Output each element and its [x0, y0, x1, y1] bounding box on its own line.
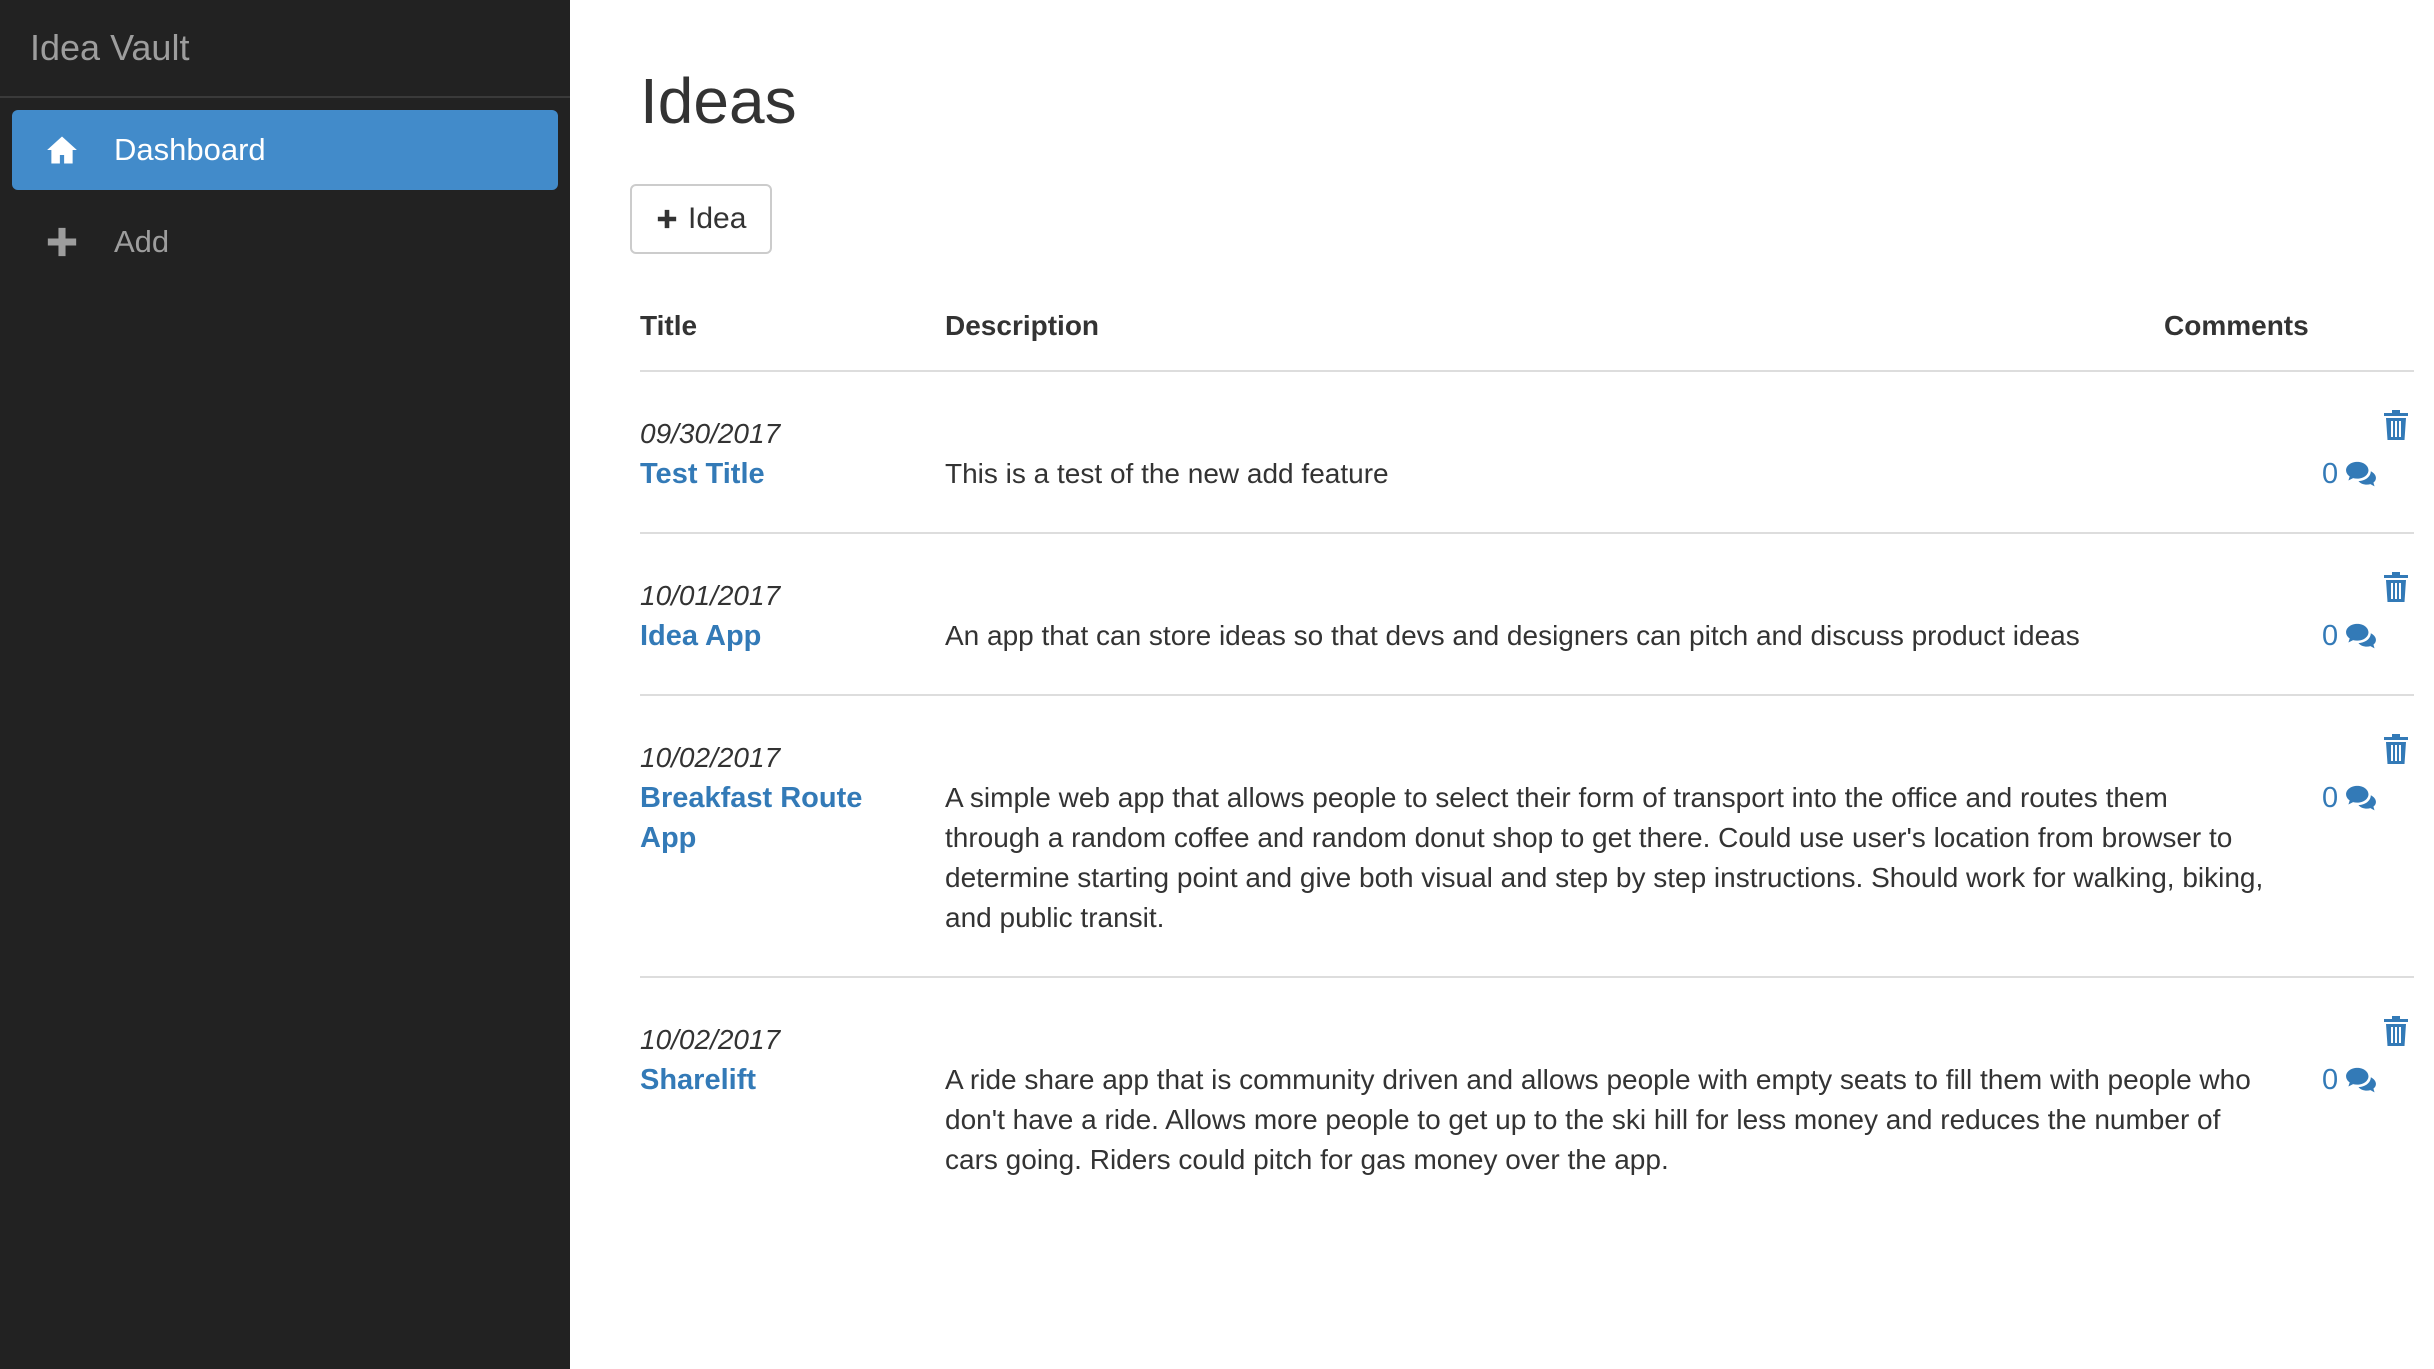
idea-description: A simple web app that allows people to s…	[945, 782, 2264, 933]
sidebar: Idea Vault Dashboard Add	[0, 0, 570, 1369]
idea-date: 10/02/2017	[640, 1024, 781, 1055]
table-row: 10/01/2017 Idea App An app that can stor…	[640, 534, 2414, 696]
sidebar-item-label: Add	[114, 224, 170, 259]
trash-icon[interactable]	[2383, 572, 2409, 602]
idea-date: 09/30/2017	[640, 418, 781, 449]
comment-count: 0	[2322, 782, 2339, 814]
main-content: Ideas Idea Title Description Comments 09…	[570, 0, 2434, 1369]
column-header-comments: Comments	[2164, 310, 2309, 341]
add-idea-button[interactable]: Idea	[630, 184, 773, 254]
comments-link[interactable]: 0	[2322, 616, 2377, 656]
idea-title-cell: 10/02/2017 Sharelift	[640, 1020, 890, 1100]
table-header: Title Description Comments	[640, 280, 2414, 372]
idea-title-cell: 10/01/2017 Idea App	[640, 576, 890, 656]
sidebar-item-label: Dashboard	[114, 132, 266, 167]
trash-icon[interactable]	[2383, 734, 2409, 764]
sidebar-item-add[interactable]: Add	[12, 202, 558, 282]
add-idea-label: Idea	[688, 202, 747, 235]
brand-title[interactable]: Idea Vault	[0, 0, 570, 98]
ideas-table: Title Description Comments 09/30/2017 Te…	[640, 280, 2414, 1218]
sidebar-nav: Dashboard Add	[0, 98, 570, 282]
idea-title-cell: 10/02/2017 Breakfast Route App	[640, 738, 890, 858]
comments-link[interactable]: 0	[2322, 454, 2377, 494]
idea-title-link[interactable]: Sharelift	[640, 1060, 890, 1100]
idea-title-link[interactable]: Test Title	[640, 454, 890, 494]
column-header-title: Title	[640, 310, 698, 341]
idea-title-cell: 09/30/2017 Test Title	[640, 414, 890, 494]
comments-icon	[2346, 785, 2377, 811]
idea-description: This is a test of the new add feature	[945, 458, 1389, 489]
table-row: 09/30/2017 Test Title This is a test of …	[640, 372, 2414, 534]
plus-icon	[42, 222, 82, 262]
table-row: 10/02/2017 Sharelift A ride share app th…	[640, 978, 2414, 1218]
idea-date: 10/02/2017	[640, 742, 781, 773]
column-header-description: Description	[945, 310, 1100, 341]
idea-description: An app that can store ideas so that devs…	[945, 620, 2080, 651]
trash-icon[interactable]	[2383, 410, 2409, 440]
trash-icon[interactable]	[2383, 1016, 2409, 1046]
comments-icon	[2346, 1067, 2377, 1093]
plus-icon	[657, 209, 677, 229]
comments-link[interactable]: 0	[2322, 1060, 2377, 1100]
idea-title-link[interactable]: Idea App	[640, 616, 890, 656]
app-root: Idea Vault Dashboard Add Ideas Idea Titl…	[0, 0, 2434, 1369]
comment-count: 0	[2322, 458, 2339, 490]
idea-date: 10/01/2017	[640, 580, 781, 611]
idea-title-link[interactable]: Breakfast Route App	[640, 778, 890, 858]
comments-icon	[2346, 623, 2377, 649]
comment-count: 0	[2322, 620, 2339, 652]
comments-icon	[2346, 461, 2377, 487]
table-row: 10/02/2017 Breakfast Route App A simple …	[640, 696, 2414, 978]
comment-count: 0	[2322, 1064, 2339, 1096]
sidebar-item-dashboard[interactable]: Dashboard	[12, 110, 558, 190]
home-icon	[42, 130, 82, 170]
page-title: Ideas	[640, 65, 797, 137]
idea-description: A ride share app that is community drive…	[945, 1064, 2251, 1175]
comments-link[interactable]: 0	[2322, 778, 2377, 818]
